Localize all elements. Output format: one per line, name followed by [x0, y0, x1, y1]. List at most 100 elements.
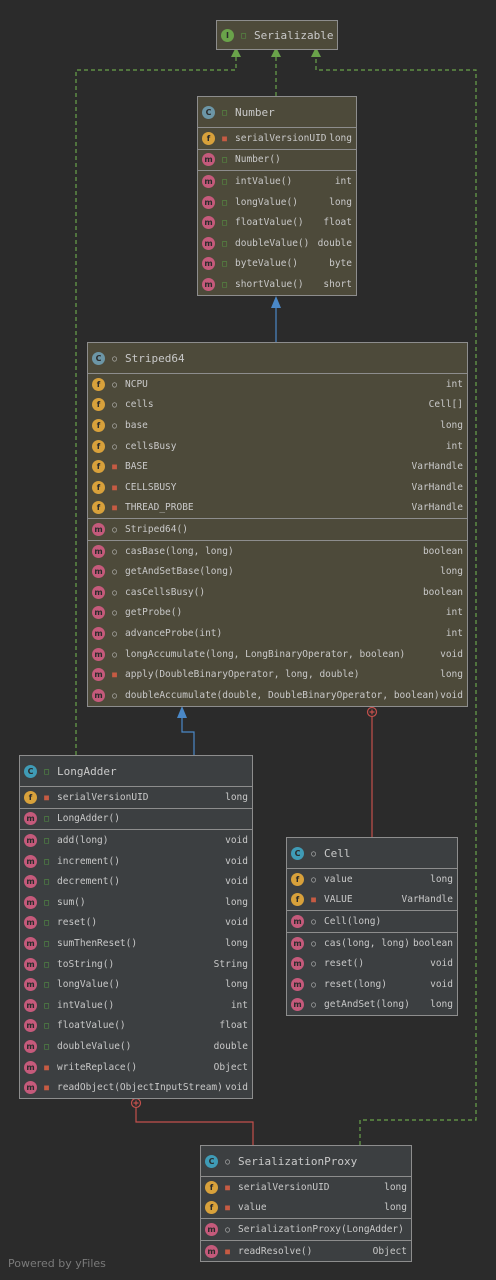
field-row[interactable]: f ■ value long [201, 1198, 411, 1219]
public-visibility-icon: □ [44, 959, 49, 969]
method-row[interactable]: m ■ apply(DoubleBinaryOperator, long, doub… [88, 664, 467, 685]
method-row[interactable]: m ○ doubleAccumulate(double, DoubleBinaryO… [88, 685, 467, 706]
method-row[interactable]: m ○ getProbe() int [88, 603, 467, 624]
method-row[interactable]: m □ floatValue() float [20, 1016, 252, 1037]
method-row[interactable]: m ○ casCellsBusy() boolean [88, 582, 467, 603]
method-row[interactable]: m ■ writeReplace() Object [20, 1057, 252, 1078]
serializationproxy-class[interactable]: C ○ SerializationProxy f ■ serialVersionUID lo… [200, 1145, 412, 1263]
field-row[interactable]: f ■ BASE VarHandle [88, 456, 467, 477]
public-visibility-icon: □ [44, 1041, 49, 1051]
constructor-icon: m [92, 522, 105, 536]
method-row[interactable]: m ○ casBase(long, long) boolean [88, 539, 467, 562]
method-name: increment() [57, 855, 120, 867]
method-row[interactable]: m ■ readObject(ObjectInputStream) void [20, 1077, 252, 1098]
package-visibility-icon: ○ [112, 420, 117, 430]
visibility-icon: ○ [311, 848, 316, 858]
field-type: VarHandle [411, 502, 463, 514]
serializable-interface[interactable]: I □ Serializable [216, 20, 338, 50]
method-name: reset() [324, 958, 365, 970]
method-row[interactable]: m ○ longAccumulate(long, LongBinaryOperato… [88, 644, 467, 665]
method-row[interactable]: m □ longValue() long [20, 974, 252, 995]
field-row[interactable]: f ■ CELLSBUSY VarHandle [88, 477, 467, 498]
field-row[interactable]: f ■ serialVersionUID long [201, 1176, 411, 1198]
method-row[interactable]: m □ intValue() int [198, 170, 356, 192]
method-name: getAndSet(long) [324, 999, 410, 1011]
method-row[interactable]: m ■ readResolve() Object [201, 1239, 411, 1262]
method-name: casCellsBusy() [125, 586, 206, 598]
class-name: Serializable [254, 28, 334, 42]
method-icon: m [24, 916, 37, 930]
constructor-row[interactable]: m ○ Cell(long) [287, 910, 457, 932]
public-visibility-icon: □ [222, 218, 227, 228]
method-name: longValue() [235, 196, 298, 208]
method-icon: m [24, 978, 37, 992]
constructor-row[interactable]: m ○ SerializationProxy(LongAdder) [201, 1218, 411, 1240]
method-name: getAndSetBase(long) [125, 566, 234, 578]
field-icon: f [92, 501, 105, 515]
method-icon: m [202, 236, 215, 250]
method-name: byteValue() [235, 258, 298, 270]
longadder-class[interactable]: C □ LongAdder f ■ serialVersionUID long m □ LongA… [19, 755, 253, 1099]
method-row[interactable]: m ○ cas(long, long) boolean [287, 931, 457, 954]
method-row[interactable]: m ○ advanceProbe(int) int [88, 623, 467, 644]
visibility-icon: □ [222, 107, 227, 117]
method-row[interactable]: m □ sum() long [20, 892, 252, 913]
method-icon: m [24, 1039, 37, 1053]
field-row[interactable]: f ○ cells Cell[] [88, 395, 467, 416]
method-row[interactable]: m □ doubleValue() double [20, 1036, 252, 1057]
method-type: void [225, 1082, 248, 1094]
private-visibility-icon: ■ [112, 503, 117, 513]
constructor-row[interactable]: m □ Number() [198, 148, 356, 171]
method-row[interactable]: m □ intValue() int [20, 995, 252, 1016]
method-icon: m [202, 195, 215, 209]
field-row[interactable]: f ■ VALUE VarHandle [287, 890, 457, 911]
method-type: double [317, 237, 352, 249]
visibility-icon: ○ [225, 1156, 230, 1166]
package-visibility-icon: ○ [311, 938, 316, 948]
method-row[interactable]: m □ toString() String [20, 954, 252, 975]
method-name: sumThenReset() [57, 937, 138, 949]
constructor-row[interactable]: m □ LongAdder() [20, 807, 252, 830]
method-row[interactable]: m □ reset() void [20, 913, 252, 934]
field-icon: f [205, 1201, 218, 1215]
method-name: advanceProbe(int) [125, 627, 223, 639]
method-row[interactable]: m ○ getAndSetBase(long) long [88, 561, 467, 582]
constructor-row[interactable]: m ○ Striped64() [88, 518, 467, 540]
field-type: long [384, 1202, 407, 1214]
method-row[interactable]: m ○ getAndSet(long) long [287, 995, 457, 1016]
field-row[interactable]: f ■ serialVersionUID long [198, 127, 356, 149]
field-row[interactable]: f ■ THREAD_PROBE VarHandle [88, 498, 467, 519]
field-row[interactable]: f ○ NCPU int [88, 373, 467, 395]
striped64-class[interactable]: C ○ Striped64 f ○ NCPU int f ○ cells Cell[] f ○ base l… [87, 342, 468, 707]
method-row[interactable]: m ○ reset(long) void [287, 974, 457, 995]
private-visibility-icon: ■ [44, 792, 49, 802]
number-class[interactable]: C □ Number f ■ serialVersionUID long m □ Number()… [197, 96, 357, 296]
method-row[interactable]: m ○ reset() void [287, 953, 457, 974]
field-row[interactable]: f ○ base long [88, 415, 467, 436]
method-icon: m [92, 585, 105, 599]
package-visibility-icon: ○ [112, 546, 117, 556]
method-row[interactable]: m □ longValue() long [198, 192, 356, 213]
field-row[interactable]: f ○ cellsBusy int [88, 436, 467, 457]
method-row[interactable]: m □ doubleValue() double [198, 233, 356, 254]
method-row[interactable]: m □ decrement() void [20, 871, 252, 892]
field-name: BASE [125, 461, 148, 473]
method-type: float [323, 217, 352, 229]
package-visibility-icon: ○ [112, 400, 117, 410]
method-row[interactable]: m □ byteValue() byte [198, 254, 356, 275]
method-type: Object [372, 1245, 407, 1257]
method-row[interactable]: m □ increment() void [20, 851, 252, 872]
field-type: VarHandle [411, 461, 463, 473]
constructor-icon: m [205, 1222, 218, 1236]
field-row[interactable]: f ■ serialVersionUID long [20, 786, 252, 808]
field-type: int [445, 440, 463, 452]
method-row[interactable]: m □ sumThenReset() long [20, 933, 252, 954]
method-row[interactable]: m □ floatValue() float [198, 212, 356, 233]
method-row[interactable]: m □ add(long) void [20, 829, 252, 851]
method-name: longValue() [57, 979, 120, 991]
field-row[interactable]: f ○ value long [287, 868, 457, 890]
method-row[interactable]: m □ shortValue() short [198, 274, 356, 295]
class-name: LongAdder [57, 764, 117, 778]
cell-class[interactable]: C ○ Cell f ○ value long f ■ VALUE VarHandle m ○ Cell(… [286, 837, 458, 1017]
package-visibility-icon: ○ [112, 587, 117, 597]
